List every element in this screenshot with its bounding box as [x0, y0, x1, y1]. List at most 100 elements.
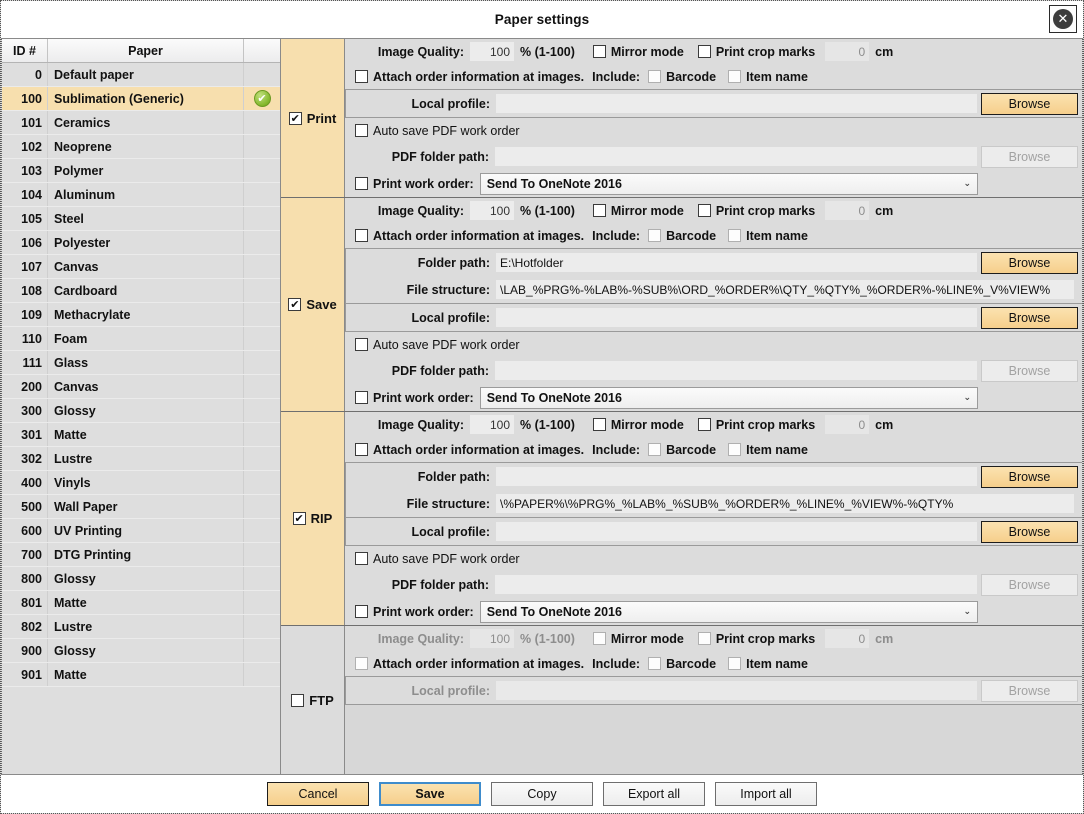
section-toggle-ftp[interactable]: FTP: [281, 626, 345, 774]
print-crop-marks-checkbox[interactable]: [697, 204, 711, 217]
local-profile-browse-button[interactable]: Browse: [981, 520, 1078, 543]
table-row[interactable]: 302 Lustre: [2, 447, 280, 471]
barcode-checkbox[interactable]: [648, 229, 662, 242]
folder-group: Folder path: Browse File structure: \%PAPER…: [345, 463, 1082, 518]
table-row[interactable]: 300 Glossy: [2, 399, 280, 423]
footer-button-export-all[interactable]: Export all: [603, 782, 705, 806]
table-row[interactable]: 600 UV Printing: [2, 519, 280, 543]
local-profile-input[interactable]: [496, 308, 977, 327]
mirror-mode-checkbox[interactable]: [592, 45, 606, 58]
folder-path-browse-button[interactable]: Browse: [981, 465, 1078, 488]
attach-order-checkbox[interactable]: [355, 657, 368, 670]
print-work-order-checkbox[interactable]: [355, 391, 368, 404]
item-name-label: Item name: [746, 69, 808, 84]
folder-path-input[interactable]: E:\Hotfolder: [496, 253, 977, 272]
table-row[interactable]: 111 Glass: [2, 351, 280, 375]
item-name-checkbox[interactable]: [728, 657, 742, 670]
print-work-order-checkbox[interactable]: [355, 177, 368, 190]
section-checkbox-save[interactable]: ✔: [288, 298, 302, 311]
table-row[interactable]: 102 Neoprene: [2, 135, 280, 159]
paper-name-cell: Wall Paper: [48, 495, 244, 518]
mirror-mode-checkbox[interactable]: [592, 418, 606, 431]
print-work-order-checkbox[interactable]: [355, 605, 368, 618]
table-row[interactable]: 100 Sublimation (Generic) ✔: [2, 87, 280, 111]
local-profile-input[interactable]: [496, 94, 977, 113]
pdf-folder-path-input[interactable]: [495, 147, 977, 166]
print-crop-marks-checkbox[interactable]: [697, 45, 711, 58]
table-row[interactable]: 900 Glossy: [2, 639, 280, 663]
auto-save-pdf-checkbox[interactable]: [355, 338, 368, 351]
table-row[interactable]: 400 Vinyls: [2, 471, 280, 495]
section-toggle-print[interactable]: ✔ Print: [281, 39, 345, 197]
table-row[interactable]: 105 Steel: [2, 207, 280, 231]
section-checkbox-rip[interactable]: ✔: [292, 512, 306, 525]
crop-margin-input[interactable]: 0: [825, 201, 870, 220]
crop-margin-input[interactable]: 0: [825, 42, 870, 61]
column-header-id[interactable]: ID #: [2, 39, 48, 62]
file-structure-input[interactable]: \LAB_%PRG%-%LAB%-%SUB%\ORD_%ORDER%\QTY_%…: [496, 280, 1074, 299]
table-row[interactable]: 106 Polyester: [2, 231, 280, 255]
table-row[interactable]: 800 Glossy: [2, 567, 280, 591]
footer-button-cancel[interactable]: Cancel: [267, 782, 369, 806]
footer-button-import-all[interactable]: Import all: [715, 782, 817, 806]
item-name-checkbox[interactable]: [728, 70, 742, 83]
mirror-mode-checkbox[interactable]: [592, 632, 606, 645]
table-row[interactable]: 700 DTG Printing: [2, 543, 280, 567]
crop-margin-input[interactable]: 0: [825, 415, 870, 434]
section-checkbox-print[interactable]: ✔: [288, 111, 302, 125]
pdf-folder-path-input[interactable]: [495, 361, 977, 380]
file-structure-label: File structure:: [406, 496, 490, 511]
table-row[interactable]: 103 Polymer: [2, 159, 280, 183]
column-header-paper[interactable]: Paper: [48, 39, 244, 62]
crop-margin-input[interactable]: 0: [825, 629, 870, 648]
item-name-checkbox[interactable]: [728, 229, 742, 242]
footer-button-save[interactable]: Save: [379, 782, 481, 806]
image-quality-input[interactable]: 100: [470, 201, 514, 220]
barcode-checkbox[interactable]: [648, 443, 662, 456]
auto-save-pdf-checkbox[interactable]: [355, 124, 368, 137]
auto-save-pdf-checkbox[interactable]: [355, 552, 368, 565]
column-header-flag[interactable]: [244, 39, 280, 62]
table-row[interactable]: 802 Lustre: [2, 615, 280, 639]
barcode-checkbox[interactable]: [648, 657, 662, 670]
work-order-printer-select[interactable]: Send To OneNote 2016 ⌄: [479, 172, 978, 195]
work-order-printer-select[interactable]: Send To OneNote 2016 ⌄: [479, 386, 978, 409]
table-row[interactable]: 901 Matte: [2, 663, 280, 687]
table-row[interactable]: 108 Cardboard: [2, 279, 280, 303]
print-crop-marks-checkbox[interactable]: [697, 632, 711, 645]
table-row[interactable]: 801 Matte: [2, 591, 280, 615]
barcode-checkbox[interactable]: [648, 70, 662, 83]
table-row[interactable]: 107 Canvas: [2, 255, 280, 279]
table-row[interactable]: 301 Matte: [2, 423, 280, 447]
section-toggle-save[interactable]: ✔ Save: [281, 198, 345, 411]
image-quality-input[interactable]: 100: [470, 629, 514, 648]
attach-order-checkbox[interactable]: [355, 70, 368, 83]
image-quality-input[interactable]: 100: [470, 42, 514, 61]
folder-path-browse-button[interactable]: Browse: [981, 251, 1078, 274]
image-quality-input[interactable]: 100: [470, 415, 514, 434]
table-row[interactable]: 0 Default paper: [2, 63, 280, 87]
table-row[interactable]: 101 Ceramics: [2, 111, 280, 135]
table-row[interactable]: 109 Methacrylate: [2, 303, 280, 327]
local-profile-input[interactable]: [496, 681, 977, 700]
section-checkbox-ftp[interactable]: [291, 693, 305, 707]
attach-order-checkbox[interactable]: [355, 229, 368, 242]
close-button[interactable]: ✕: [1049, 5, 1077, 33]
folder-path-input[interactable]: [496, 467, 977, 486]
mirror-mode-checkbox[interactable]: [592, 204, 606, 217]
table-row[interactable]: 110 Foam: [2, 327, 280, 351]
table-row[interactable]: 500 Wall Paper: [2, 495, 280, 519]
pdf-folder-path-input[interactable]: [495, 575, 977, 594]
section-toggle-rip[interactable]: ✔ RIP: [281, 412, 345, 625]
footer-button-copy[interactable]: Copy: [491, 782, 593, 806]
local-profile-browse-button[interactable]: Browse: [981, 306, 1078, 329]
work-order-printer-select[interactable]: Send To OneNote 2016 ⌄: [479, 600, 978, 623]
item-name-checkbox[interactable]: [728, 443, 742, 456]
table-row[interactable]: 104 Aluminum: [2, 183, 280, 207]
table-row[interactable]: 200 Canvas: [2, 375, 280, 399]
attach-order-checkbox[interactable]: [355, 443, 368, 456]
local-profile-browse-button[interactable]: Browse: [981, 92, 1078, 115]
local-profile-input[interactable]: [496, 522, 977, 541]
file-structure-input[interactable]: \%PAPER%\%PRG%_%LAB%_%SUB%_%ORDER%_%LINE…: [496, 494, 1074, 513]
print-crop-marks-checkbox[interactable]: [697, 418, 711, 431]
